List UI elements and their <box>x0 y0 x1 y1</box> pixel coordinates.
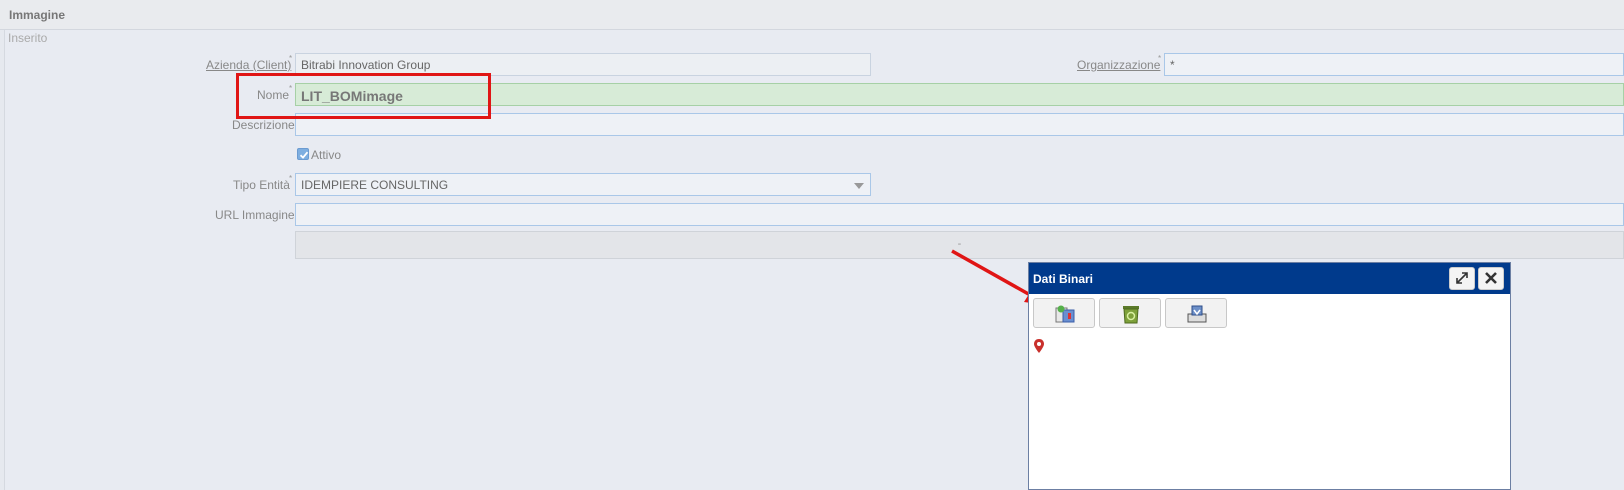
save-button[interactable] <box>1165 298 1227 328</box>
close-button[interactable] <box>1478 267 1504 290</box>
delete-button[interactable] <box>1099 298 1161 328</box>
upload-button[interactable] <box>1033 298 1095 328</box>
dialog-titlebar[interactable]: Dati Binari <box>1029 263 1510 294</box>
maximize-button[interactable] <box>1449 267 1475 290</box>
close-icon <box>1485 272 1497 284</box>
upload-icon <box>1055 305 1075 323</box>
dialog-title: Dati Binari <box>1033 272 1094 286</box>
delete-icon <box>1123 306 1139 324</box>
binary-data-dialog: Dati Binari <box>1028 262 1511 490</box>
map-pin-icon <box>1034 339 1044 353</box>
maximize-icon <box>1456 272 1468 284</box>
save-icon <box>1187 305 1207 323</box>
